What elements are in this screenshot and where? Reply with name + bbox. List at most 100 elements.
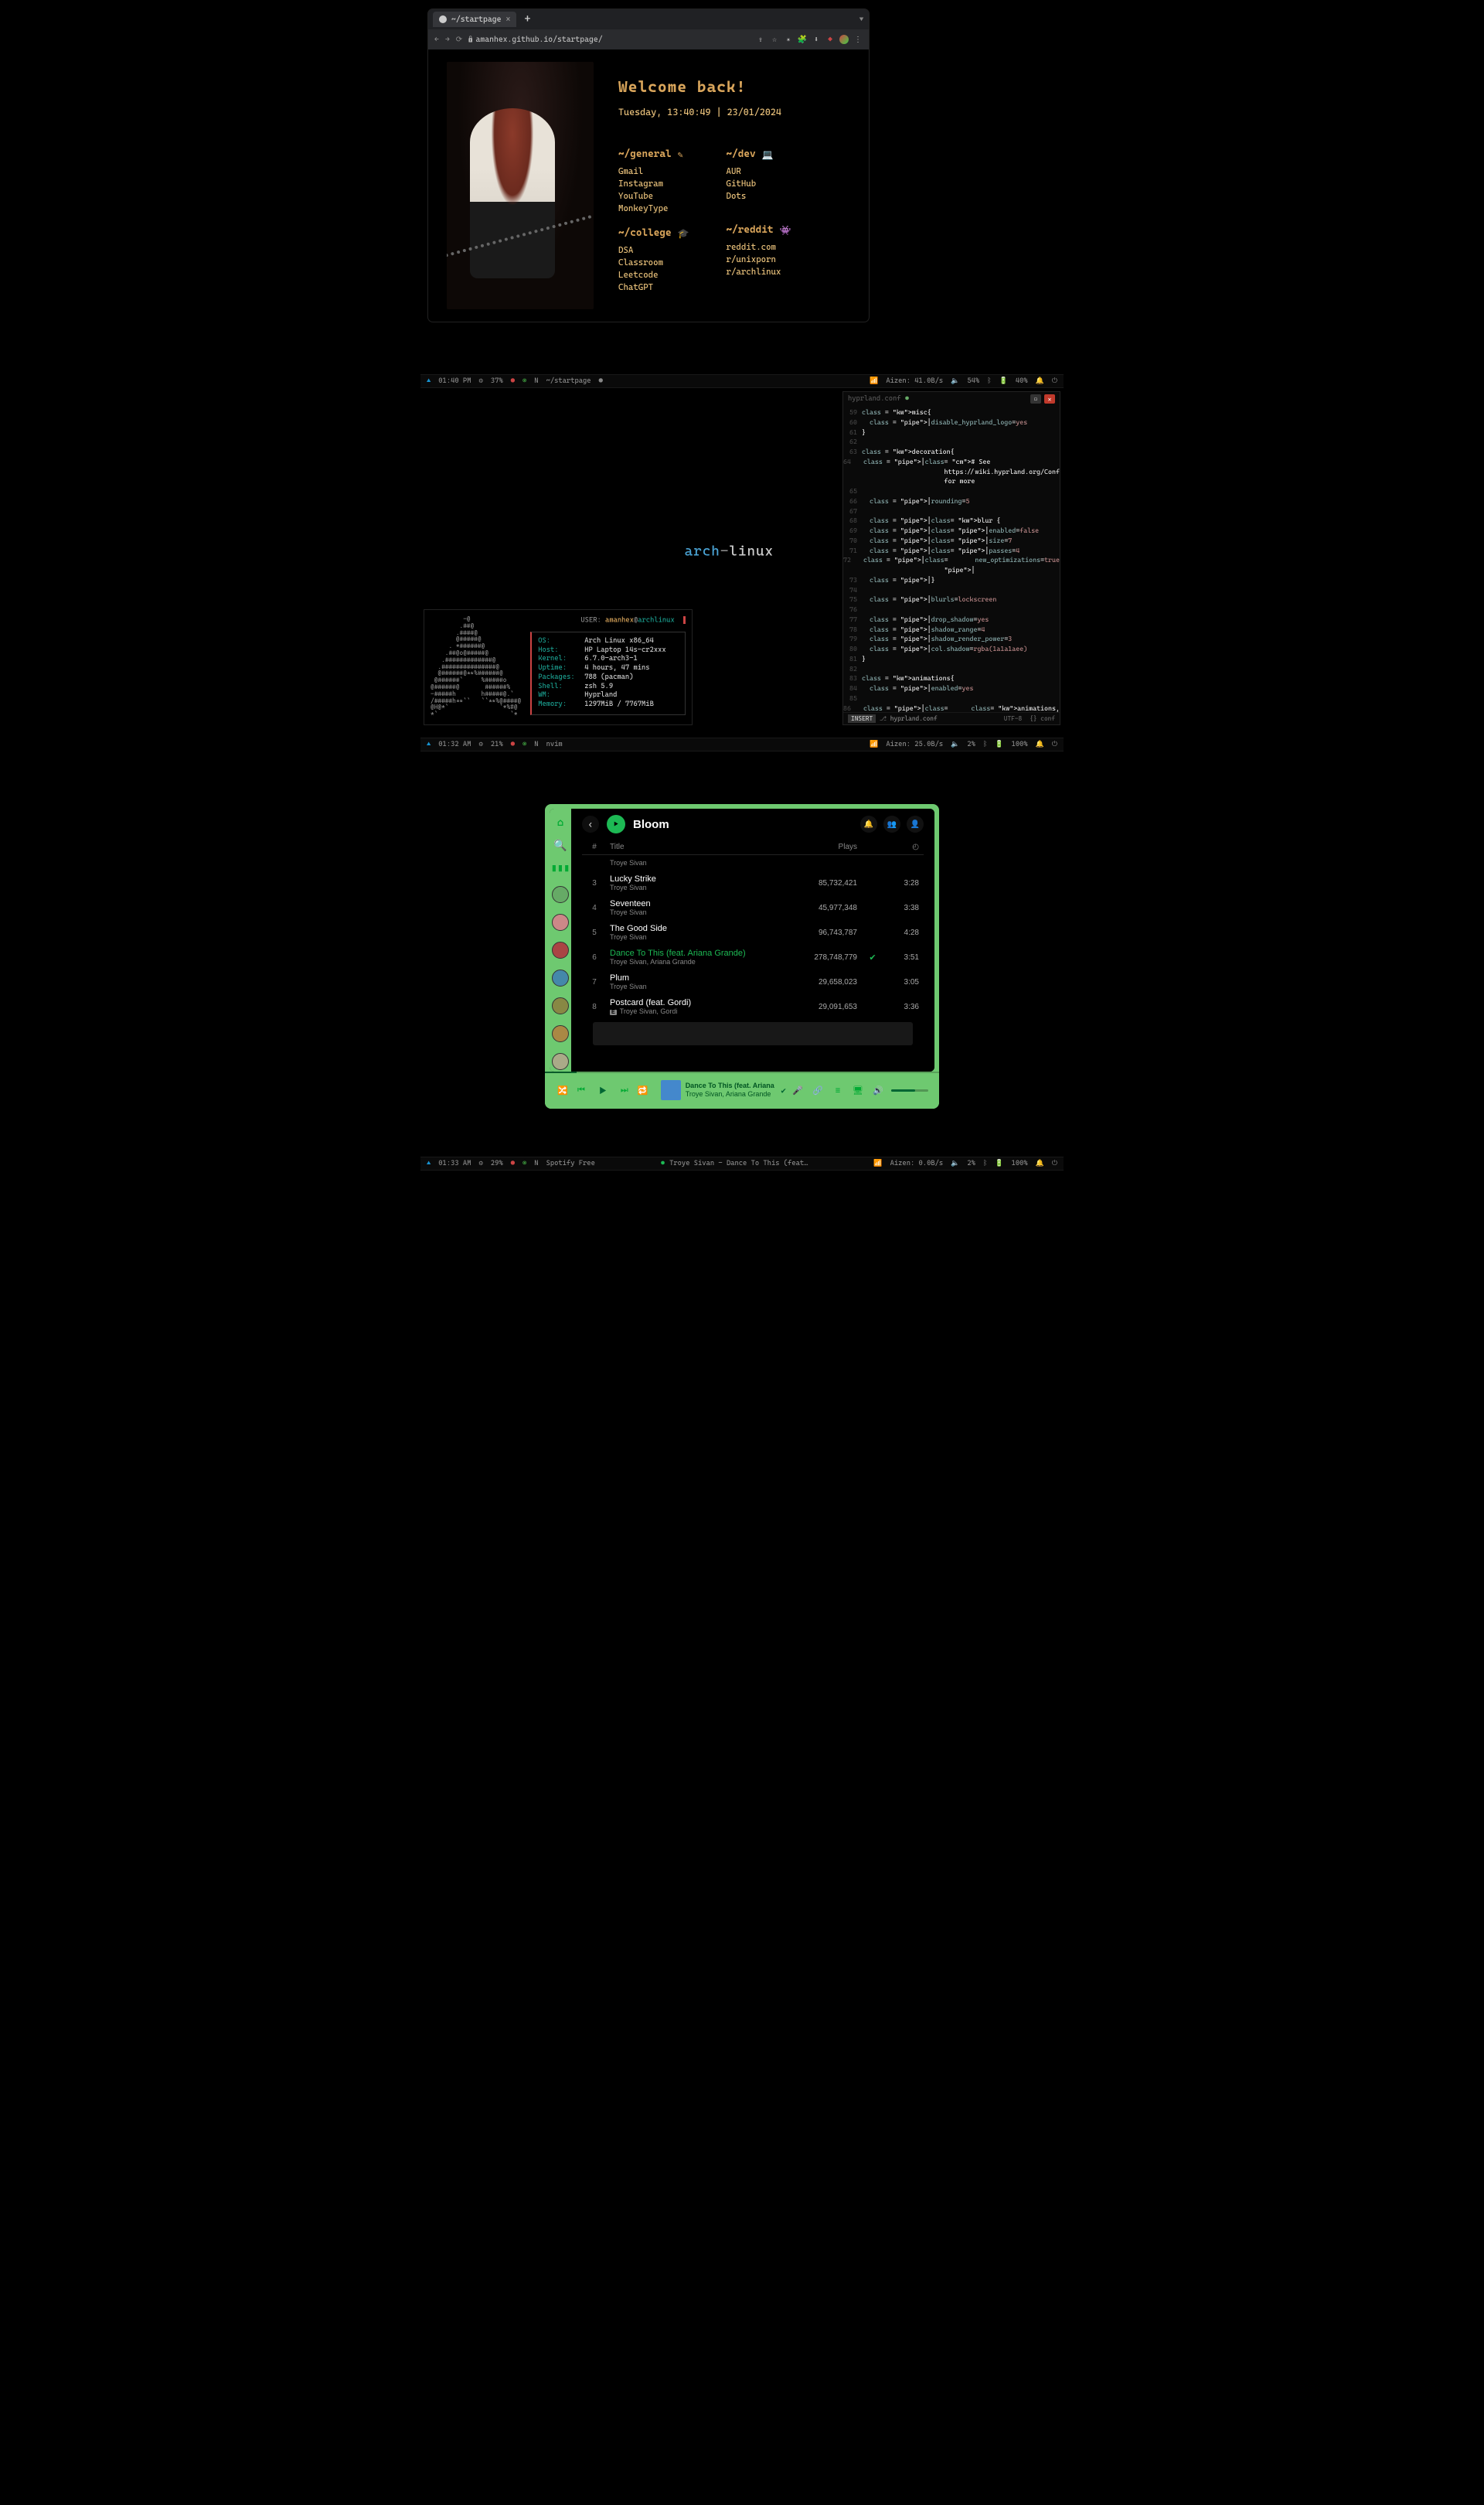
workspace-indicator-icon[interactable]: ◉: [522, 741, 526, 748]
code-line[interactable]: 59class = "kw">misc {: [843, 407, 1060, 418]
code-line[interactable]: 78 class = "pipe">│ shadow_range = 4: [843, 625, 1060, 635]
code-line[interactable]: 86 class = "pipe">│ class = "cm"># Some …: [843, 704, 1060, 713]
code-line[interactable]: 66 class = "pipe">│ rounding = 5: [843, 496, 1060, 506]
track-row[interactable]: 7 Plum Troye Sivan 29,658,023 3:05: [582, 970, 924, 994]
notification-icon[interactable]: 🔔: [1036, 377, 1044, 385]
reload-icon[interactable]: ⟳: [456, 36, 462, 44]
code-line[interactable]: 60 class = "pipe">│ disable_hyprland_log…: [843, 418, 1060, 428]
code-line[interactable]: 68 class = "pipe">│ class = "kw">blur {: [843, 516, 1060, 526]
play-pause-button[interactable]: ▶: [593, 1080, 613, 1100]
code-line[interactable]: 63class = "kw">decoration {: [843, 447, 1060, 457]
workspace-indicator-icon[interactable]: ⬤: [511, 377, 515, 385]
code-line[interactable]: 83class = "kw">animations {: [843, 673, 1060, 683]
wifi-icon[interactable]: 📶: [870, 741, 878, 748]
spotify-status-icon[interactable]: ●: [661, 1160, 665, 1167]
friend-avatar[interactable]: [552, 914, 569, 931]
workspace-indicator-icon[interactable]: ⬤: [511, 1160, 515, 1167]
notification-icon[interactable]: 🔔: [1036, 741, 1044, 748]
link-chatgpt[interactable]: ChatGPT: [618, 282, 689, 292]
extension-icon[interactable]: ◆: [825, 35, 835, 44]
link-reddit[interactable]: reddit.com: [727, 242, 791, 252]
code-line[interactable]: 65: [843, 486, 1060, 496]
wifi-icon[interactable]: 📶: [873, 1160, 882, 1167]
library-icon[interactable]: ▮▮▮: [551, 863, 570, 875]
track-row[interactable]: 5 The Good Side Troye Sivan 96,743,787 4…: [582, 920, 924, 945]
battery-icon[interactable]: 🔋: [999, 377, 1008, 385]
code-line[interactable]: 70 class = "pipe">│ class = "pipe">│ siz…: [843, 536, 1060, 546]
power-icon[interactable]: ⏻: [1052, 741, 1057, 748]
shuffle-icon[interactable]: 🔀: [556, 1086, 570, 1096]
code-line[interactable]: 80 class = "pipe">│ col.shadow = rgba(1a…: [843, 644, 1060, 654]
volume-icon[interactable]: 🔈: [951, 1160, 959, 1167]
editor-body[interactable]: 59class = "kw">misc {60 class = "pipe">│…: [843, 406, 1060, 712]
bluetooth-icon[interactable]: ᛒ: [987, 377, 991, 385]
code-line[interactable]: 74: [843, 585, 1060, 595]
bookmark-icon[interactable]: ☆: [770, 35, 779, 44]
power-icon[interactable]: ⏻: [1052, 377, 1057, 385]
window-dropdown-icon[interactable]: ▾: [859, 14, 864, 25]
volume-icon[interactable]: 🔈: [951, 741, 959, 748]
play-album-button[interactable]: ▶: [607, 815, 625, 833]
back-icon[interactable]: ←: [434, 36, 439, 44]
maximize-button[interactable]: ◻: [1030, 394, 1041, 404]
app-indicator-icon[interactable]: N: [534, 741, 538, 748]
search-icon[interactable]: 🔍: [553, 840, 567, 852]
code-line[interactable]: 75 class = "pipe">│ blurls = lockscreen: [843, 595, 1060, 605]
now-playing-art[interactable]: [661, 1080, 681, 1100]
volume-icon[interactable]: 🔊: [871, 1086, 885, 1096]
menu-icon[interactable]: ⋮: [853, 35, 863, 44]
link-instagram[interactable]: Instagram: [618, 179, 689, 189]
code-line[interactable]: 76: [843, 605, 1060, 615]
home-icon[interactable]: ⌂: [557, 816, 563, 829]
workspace-indicator-icon[interactable]: ⬤: [511, 741, 515, 748]
code-line[interactable]: 67: [843, 506, 1060, 516]
link-aur[interactable]: AUR: [727, 166, 791, 176]
app-indicator-icon[interactable]: N: [534, 377, 538, 385]
code-line[interactable]: 62: [843, 437, 1060, 447]
power-icon[interactable]: ⏻: [1052, 1160, 1057, 1167]
arch-logo-icon[interactable]: ▲: [427, 1160, 431, 1167]
close-tab-icon[interactable]: ×: [505, 15, 510, 24]
link-gmail[interactable]: Gmail: [618, 166, 689, 176]
link-unixporn[interactable]: r/unixporn: [727, 254, 791, 264]
track-row[interactable]: 4 Seventeen Troye Sivan 45,977,348 3:38: [582, 895, 924, 920]
code-line[interactable]: 61}: [843, 428, 1060, 438]
workspace-indicator-icon[interactable]: ◉: [522, 1160, 526, 1167]
next-track-icon[interactable]: ⏭: [618, 1085, 631, 1096]
browser-tab[interactable]: ~/startpage ×: [433, 12, 516, 27]
code-line[interactable]: 64 class = "pipe">│ class = "cm"># See h…: [843, 457, 1060, 486]
bluetooth-icon[interactable]: ᛒ: [983, 1160, 987, 1167]
friend-avatar[interactable]: [552, 886, 569, 903]
link-archlinux[interactable]: r/archlinux: [727, 267, 791, 277]
link-monkeytype[interactable]: MonkeyType: [618, 203, 689, 213]
code-line[interactable]: 79 class = "pipe">│ shadow_render_power …: [843, 634, 1060, 644]
profile-avatar[interactable]: [839, 35, 849, 44]
track-liked-icon[interactable]: ✔: [857, 953, 888, 963]
queue-icon[interactable]: ≡: [831, 1086, 845, 1096]
notification-icon[interactable]: 🔔: [1036, 1160, 1044, 1167]
devices-icon[interactable]: 🖥: [851, 1086, 865, 1096]
address-bar[interactable]: 🔒 amanhex.github.io/startpage/: [468, 36, 750, 44]
code-line[interactable]: 81}: [843, 654, 1060, 664]
link-youtube[interactable]: YouTube: [618, 191, 689, 201]
close-button[interactable]: ✕: [1044, 394, 1055, 404]
back-button[interactable]: ‹: [582, 816, 599, 833]
forward-icon[interactable]: →: [445, 36, 450, 44]
code-line[interactable]: 84 class = "pipe">│ enabled = yes: [843, 683, 1060, 694]
code-line[interactable]: 71 class = "pipe">│ class = "pipe">│ pas…: [843, 546, 1060, 556]
track-row[interactable]: 6 Dance To This (feat. Ariana Grande) Tr…: [582, 945, 924, 970]
code-line[interactable]: 73 class = "pipe">│ }: [843, 575, 1060, 585]
volume-slider[interactable]: [891, 1089, 928, 1092]
app-indicator-icon[interactable]: N: [534, 1160, 538, 1167]
profile-icon[interactable]: 👤: [907, 816, 924, 833]
arch-logo-icon[interactable]: ▲: [427, 377, 431, 385]
code-line[interactable]: 72 class = "pipe">│ class = "pipe">│ new…: [843, 555, 1060, 575]
battery-icon[interactable]: 🔋: [995, 1160, 1003, 1167]
progress-bar[interactable]: [545, 1072, 939, 1073]
extension-icon[interactable]: ✴: [784, 35, 793, 44]
volume-icon[interactable]: 🔈: [951, 377, 959, 385]
wifi-icon[interactable]: 📶: [870, 377, 878, 385]
bluetooth-icon[interactable]: ᛒ: [983, 741, 987, 748]
link-dsa[interactable]: DSA: [618, 245, 689, 255]
extension-icon[interactable]: 🧩: [798, 35, 807, 44]
